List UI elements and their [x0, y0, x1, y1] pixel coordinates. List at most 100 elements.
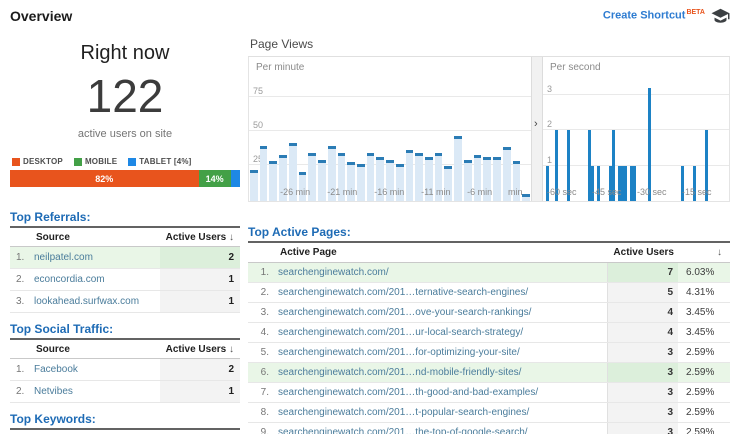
row-link[interactable]: searchenginewatch.com/201…th-good-and-ba… — [274, 383, 607, 403]
row-link[interactable]: searchenginewatch.com/201…ternative-sear… — [274, 283, 607, 303]
row-rank: 8. — [248, 403, 274, 423]
row-percent: 6.03% — [678, 263, 730, 283]
table-row: 2.econcordia.com1 — [10, 269, 240, 291]
gridline-label: 75 — [253, 86, 263, 96]
x-axis-label: -60 sec — [547, 187, 577, 197]
pageviews-second-bar — [624, 166, 627, 201]
row-percent: 2.59% — [678, 423, 730, 434]
x-axis-label: -30 sec — [637, 187, 667, 197]
table-row: 4.searchenginewatch.com/201…ur-local-sea… — [248, 323, 730, 343]
right-now-label: Right now — [10, 42, 240, 65]
row-percent: 2.59% — [678, 403, 730, 423]
data-table: SourceActive Users ↓1.neilpatel.com22.ec… — [10, 226, 240, 313]
device-swatch-icon — [12, 158, 20, 166]
metric-header: Active Users ↓ — [160, 227, 240, 247]
row-rank: 2. — [10, 381, 30, 403]
row-users: 4 — [607, 303, 678, 323]
row-value: 2 — [160, 359, 240, 381]
row-rank: 1. — [248, 263, 274, 283]
pageviews-minute-bar — [454, 136, 462, 201]
main-content: Right now 122 active users on site DESKT… — [0, 28, 740, 434]
beta-badge: BETA — [686, 9, 705, 16]
row-percent: 3.45% — [678, 323, 730, 343]
device-usage-bar: 82%14% — [10, 170, 240, 187]
gridline-label: 3 — [547, 84, 552, 94]
row-link[interactable]: Netvibes — [30, 381, 160, 403]
per-second-chart: Per second 123-60 sec-45 sec-30 sec-15 s… — [543, 57, 729, 201]
device-legend-label: DESKTOP — [23, 157, 63, 166]
row-link[interactable]: searchenginewatch.com/201…the-top-of-goo… — [274, 423, 607, 434]
row-link[interactable]: Facebook — [30, 359, 160, 381]
section-title: Top Referrals: — [10, 210, 240, 224]
row-rank: 1. — [10, 359, 30, 381]
dimension-header: Active Page — [274, 242, 607, 263]
chevron-right-icon[interactable]: › — [534, 119, 538, 129]
row-users: 3 — [607, 363, 678, 383]
per-second-label: Per second — [550, 62, 601, 73]
chart-gridline — [543, 129, 729, 130]
row-rank: 9. — [248, 423, 274, 434]
graduation-cap-icon[interactable] — [711, 8, 730, 23]
device-legend-label: MOBILE — [85, 157, 117, 166]
row-link[interactable]: searchenginewatch.com/201…t-popular-sear… — [274, 403, 607, 423]
gridline-label: 50 — [253, 120, 263, 130]
pageviews-minute-bar — [260, 146, 268, 201]
row-link[interactable]: searchenginewatch.com/ — [274, 263, 607, 283]
chart-divider[interactable]: › — [531, 57, 543, 201]
chart-gridline — [249, 130, 531, 131]
metric-header-label: Active Users — [166, 344, 229, 355]
pageviews-minute-bar — [318, 160, 326, 201]
top-bar: Overview Create ShortcutBETA — [0, 0, 740, 28]
row-rank: 2. — [10, 269, 30, 291]
table-row: 2.Netvibes1 — [10, 381, 240, 403]
rank-header — [248, 242, 274, 263]
x-axis-label: -26 min — [280, 187, 310, 197]
page-views-title: Page Views — [248, 28, 730, 57]
row-users: 3 — [607, 343, 678, 363]
pageviews-minute-bar — [406, 150, 414, 201]
row-link[interactable]: searchenginewatch.com/201…ove-your-searc… — [274, 303, 607, 323]
sort-descending-icon[interactable]: ↓ — [229, 344, 234, 355]
row-link[interactable]: lookahead.surfwax.com — [30, 291, 160, 313]
section-title: Top Social Traffic: — [10, 322, 240, 336]
pageviews-minute-bar — [357, 164, 365, 201]
x-axis-label: -6 min — [467, 187, 492, 197]
sort-descending-icon[interactable]: ↓ — [229, 232, 234, 243]
active-pages-table: Active PageActive Users↓1.searchenginewa… — [248, 241, 730, 434]
section-title: Top Keywords: — [10, 412, 240, 426]
row-value: 1 — [160, 269, 240, 291]
left-table-section: Top Keywords:KeywordActive Users ↓1.(not… — [10, 412, 240, 434]
table-row: 9.searchenginewatch.com/201…the-top-of-g… — [248, 423, 730, 434]
device-bar-segment: 14% — [199, 170, 231, 187]
device-bar-segment — [231, 170, 240, 187]
device-legend-item: TABLET [4%] — [128, 157, 191, 166]
per-minute-chart: Per minute 255075-26 min-21 min-16 min-1… — [249, 57, 531, 201]
table-row: 8.searchenginewatch.com/201…t-popular-se… — [248, 403, 730, 423]
metric-header: Active Users — [607, 242, 678, 263]
row-users: 5 — [607, 283, 678, 303]
table-row: 7.searchenginewatch.com/201…th-good-and-… — [248, 383, 730, 403]
row-percent: 2.59% — [678, 383, 730, 403]
pageviews-minute-bar — [522, 194, 530, 201]
row-link[interactable]: searchenginewatch.com/201…ur-local-searc… — [274, 323, 607, 343]
table-header-row: SourceActive Users ↓ — [10, 339, 240, 359]
row-link[interactable]: neilpatel.com — [30, 247, 160, 269]
device-swatch-icon — [74, 158, 82, 166]
page-title: Overview — [10, 8, 72, 24]
left-column: Right now 122 active users on site DESKT… — [10, 28, 240, 434]
sort-descending-icon[interactable]: ↓ — [717, 247, 722, 258]
table-row: 2.searchenginewatch.com/201…ternative-se… — [248, 283, 730, 303]
chart-gridline — [543, 165, 729, 166]
row-percent: 2.59% — [678, 363, 730, 383]
row-users: 7 — [607, 263, 678, 283]
table-row: 5.searchenginewatch.com/201…for-optimizi… — [248, 343, 730, 363]
sort-header: ↓ — [678, 242, 730, 263]
create-shortcut-link[interactable]: Create ShortcutBETA — [603, 9, 705, 22]
row-link[interactable]: searchenginewatch.com/201…nd-mobile-frie… — [274, 363, 607, 383]
row-link[interactable]: econcordia.com — [30, 269, 160, 291]
device-legend-label: TABLET [4%] — [139, 157, 191, 166]
table-header-row: Active PageActive Users ↓ — [248, 242, 730, 263]
row-link[interactable]: searchenginewatch.com/201…for-optimizing… — [274, 343, 607, 363]
x-axis-label: -16 min — [374, 187, 404, 197]
row-rank: 2. — [248, 283, 274, 303]
